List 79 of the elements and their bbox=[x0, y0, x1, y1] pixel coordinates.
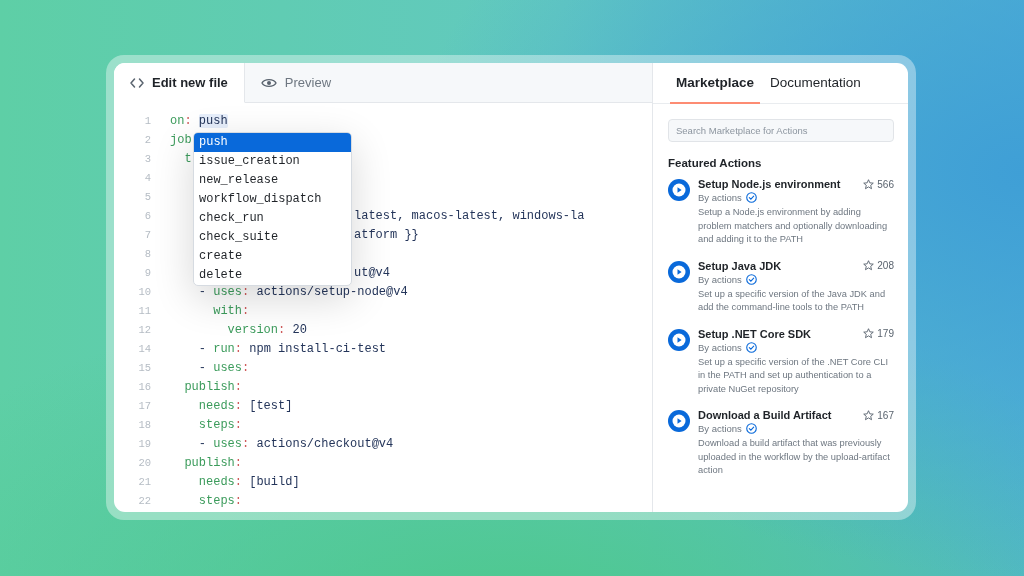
autocomplete-item[interactable]: check_suite bbox=[194, 228, 351, 247]
play-icon bbox=[668, 260, 690, 283]
autocomplete-item[interactable]: new_release bbox=[194, 171, 351, 190]
section-heading: Featured Actions bbox=[668, 157, 763, 169]
line-number: 21 bbox=[137, 475, 151, 488]
action-description: Setup a Node.js environment by adding problem matchers and optionally downloading and adding it to the PATH bbox=[698, 206, 889, 246]
code-line: - uses: actions/checkout@v4 bbox=[197, 436, 394, 451]
code-line: needs: [build] bbox=[197, 474, 300, 489]
line-number: 22 bbox=[137, 494, 151, 507]
line-number: 2 bbox=[143, 133, 151, 146]
autocomplete-item[interactable]: workflow_dispatch bbox=[194, 190, 351, 209]
code-line: publish: bbox=[183, 455, 242, 470]
code-line: steps: bbox=[197, 417, 242, 432]
play-icon bbox=[668, 179, 690, 201]
code-line: with: bbox=[212, 303, 250, 318]
autocomplete-item[interactable]: issue_creation bbox=[194, 152, 351, 171]
action-description: Set up a specific version of the Java JDK and add the command-line tools to the PATH bbox=[698, 287, 887, 314]
author-label: By actions bbox=[698, 341, 742, 353]
star-count: 566 bbox=[877, 178, 894, 190]
action-title[interactable]: Setup Java JDK bbox=[698, 259, 782, 272]
code-line: job bbox=[170, 132, 192, 147]
line-number: 8 bbox=[143, 247, 151, 260]
star-icon bbox=[863, 260, 875, 271]
code-line: ut@v4 bbox=[354, 265, 390, 280]
star-icon bbox=[863, 328, 875, 339]
code-line: t bbox=[183, 151, 192, 166]
code-line: needs: [test] bbox=[197, 398, 293, 413]
author-label: By actions bbox=[698, 423, 742, 434]
line-number: 18 bbox=[137, 418, 151, 431]
line-number: 6 bbox=[143, 209, 151, 222]
code-line: steps: bbox=[197, 493, 242, 508]
line-number: 5 bbox=[143, 190, 151, 203]
autocomplete-item[interactable]: push bbox=[194, 133, 351, 152]
star-count: 167 bbox=[877, 409, 894, 421]
line-number: 12 bbox=[137, 323, 151, 336]
code-line: version: 20 bbox=[226, 322, 307, 337]
eye-icon bbox=[260, 76, 277, 89]
code-line: - run: npm install-ci-test bbox=[197, 341, 387, 356]
star-icon bbox=[863, 178, 875, 190]
code-icon bbox=[130, 76, 144, 89]
line-number: 20 bbox=[137, 456, 151, 469]
action-description: Download a build artifact that was previously uploaded in the workflow by the upload-artifact action bbox=[698, 437, 891, 477]
autocomplete-item[interactable]: delete bbox=[194, 266, 351, 285]
line-number: 16 bbox=[137, 380, 151, 393]
line-number: 9 bbox=[143, 266, 151, 279]
code-line: atform }} bbox=[354, 227, 419, 242]
action-description: Set up a specific version of the .NET Core CLI in the PATH and set up authentication to a private NuGet repository bbox=[698, 355, 889, 396]
line-number: 19 bbox=[137, 437, 151, 450]
code-line: publish: bbox=[183, 379, 242, 394]
play-icon bbox=[668, 328, 690, 351]
line-number: 4 bbox=[143, 171, 151, 184]
autocomplete-item[interactable]: check_run bbox=[194, 209, 351, 228]
action-title[interactable]: Download a Build Artifact bbox=[698, 409, 832, 421]
line-number: 14 bbox=[137, 342, 151, 355]
search-field[interactable]: Search Marketplace for Actions bbox=[668, 119, 894, 142]
code-line: - uses: actions/setup-node@v4 bbox=[197, 284, 408, 299]
code-line: on: push bbox=[170, 113, 228, 128]
line-number: 1 bbox=[143, 114, 151, 127]
star-count: 208 bbox=[877, 260, 894, 271]
author-label: By actions bbox=[698, 273, 742, 285]
action-title[interactable]: Setup Node.js environment bbox=[698, 178, 841, 190]
sidebar-tab[interactable]: Documentation bbox=[764, 63, 867, 104]
code-line: latest, macos-latest, windows-la bbox=[354, 208, 585, 223]
author-label: By actions bbox=[698, 192, 742, 203]
autocomplete-item[interactable]: create bbox=[194, 247, 351, 266]
line-number: 11 bbox=[137, 304, 151, 317]
action-title[interactable]: Setup .NET Core SDK bbox=[698, 327, 812, 340]
line-number: 3 bbox=[143, 152, 151, 165]
editor-tab[interactable]: Edit new file bbox=[114, 63, 245, 103]
star-icon bbox=[863, 409, 875, 421]
star-count: 179 bbox=[877, 328, 894, 339]
line-number: 17 bbox=[137, 399, 151, 412]
code-line: - uses: bbox=[197, 360, 250, 375]
line-number: 15 bbox=[137, 361, 151, 374]
sidebar-tab[interactable]: Marketplace bbox=[670, 63, 761, 104]
line-number: 10 bbox=[137, 285, 151, 298]
line-number: 7 bbox=[143, 228, 151, 241]
editor-tab[interactable]: Preview bbox=[244, 63, 348, 103]
play-icon bbox=[668, 410, 690, 432]
